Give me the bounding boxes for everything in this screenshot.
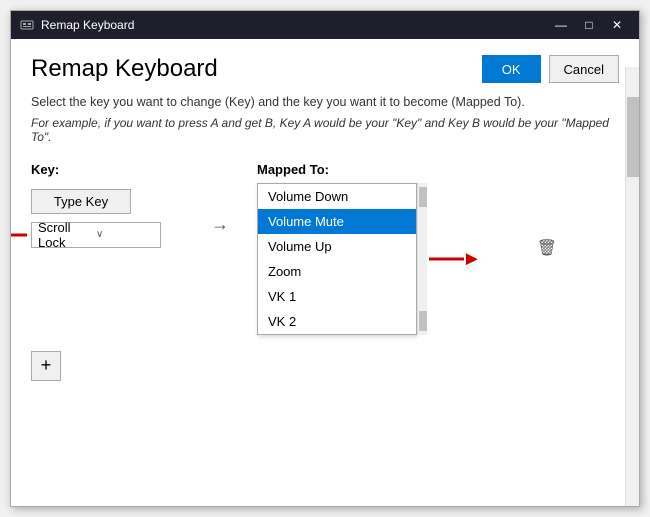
main-window: Remap Keyboard — □ ✕ OK Cancel Remap Key… <box>10 10 640 507</box>
top-actions: OK Cancel <box>482 55 619 83</box>
key-dropdown-value: Scroll Lock <box>38 220 96 250</box>
instruction-example: For example, if you want to press A and … <box>31 116 619 144</box>
dropdown-scrollbar[interactable] <box>417 183 427 335</box>
window-controls: — □ ✕ <box>547 11 631 39</box>
list-item[interactable]: Zoom <box>258 259 416 284</box>
window-icon <box>19 17 35 33</box>
key-section: Key: Type Key Scroll Lock ∨ ◄ <box>31 162 191 248</box>
window-title: Remap Keyboard <box>41 18 547 32</box>
dropdown-container: Volume Down Volume Mute Volume Up Zoom V… <box>257 183 417 335</box>
dropdown-arrow-icon: ∨ <box>96 229 154 240</box>
red-arrow-mapped-line <box>429 257 464 260</box>
content-area: OK Cancel Remap Keyboard Select the key … <box>11 39 639 506</box>
window-scrollbar[interactable] <box>625 67 639 506</box>
red-arrow-mapped-icon: ◄ <box>462 247 482 270</box>
list-item[interactable]: Volume Down <box>258 184 416 209</box>
title-bar: Remap Keyboard — □ ✕ <box>11 11 639 39</box>
instruction-text: Select the key you want to change (Key) … <box>31 93 619 112</box>
arrow-section: → <box>191 214 257 235</box>
red-arrow-key-line <box>11 233 27 236</box>
list-item[interactable]: Volume Mute <box>258 209 416 234</box>
red-arrow-mapped: ◄ <box>429 247 482 270</box>
cancel-button[interactable]: Cancel <box>549 55 619 83</box>
delete-icon: 🗑 <box>537 240 557 257</box>
mapped-section: Mapped To: Volume Down Volume Mute Volum… <box>257 162 417 335</box>
window-scroll-thumb <box>627 97 639 177</box>
list-item[interactable]: VK 1 <box>258 284 416 309</box>
list-item[interactable]: VK 2 <box>258 309 416 334</box>
scrollbar-thumb-bottom <box>419 311 427 331</box>
mapping-arrow-icon: → <box>211 214 229 235</box>
list-item[interactable]: Volume Up <box>258 234 416 259</box>
add-mapping-button[interactable]: + <box>31 351 61 381</box>
close-button[interactable]: ✕ <box>603 11 631 39</box>
minimize-button[interactable]: — <box>547 11 575 39</box>
mapping-area: Key: Type Key Scroll Lock ∨ ◄ → <box>31 162 619 335</box>
key-dropdown[interactable]: Scroll Lock ∨ <box>31 222 161 248</box>
mapped-label: Mapped To: <box>257 162 417 177</box>
delete-button[interactable]: 🗑 <box>537 238 557 258</box>
key-label: Key: <box>31 162 191 177</box>
maximize-button[interactable]: □ <box>575 11 603 39</box>
scrollbar-thumb-top <box>419 187 427 207</box>
mapped-dropdown-list: Volume Down Volume Mute Volume Up Zoom V… <box>257 183 417 335</box>
ok-button[interactable]: OK <box>482 55 541 83</box>
type-key-button[interactable]: Type Key <box>31 189 131 214</box>
